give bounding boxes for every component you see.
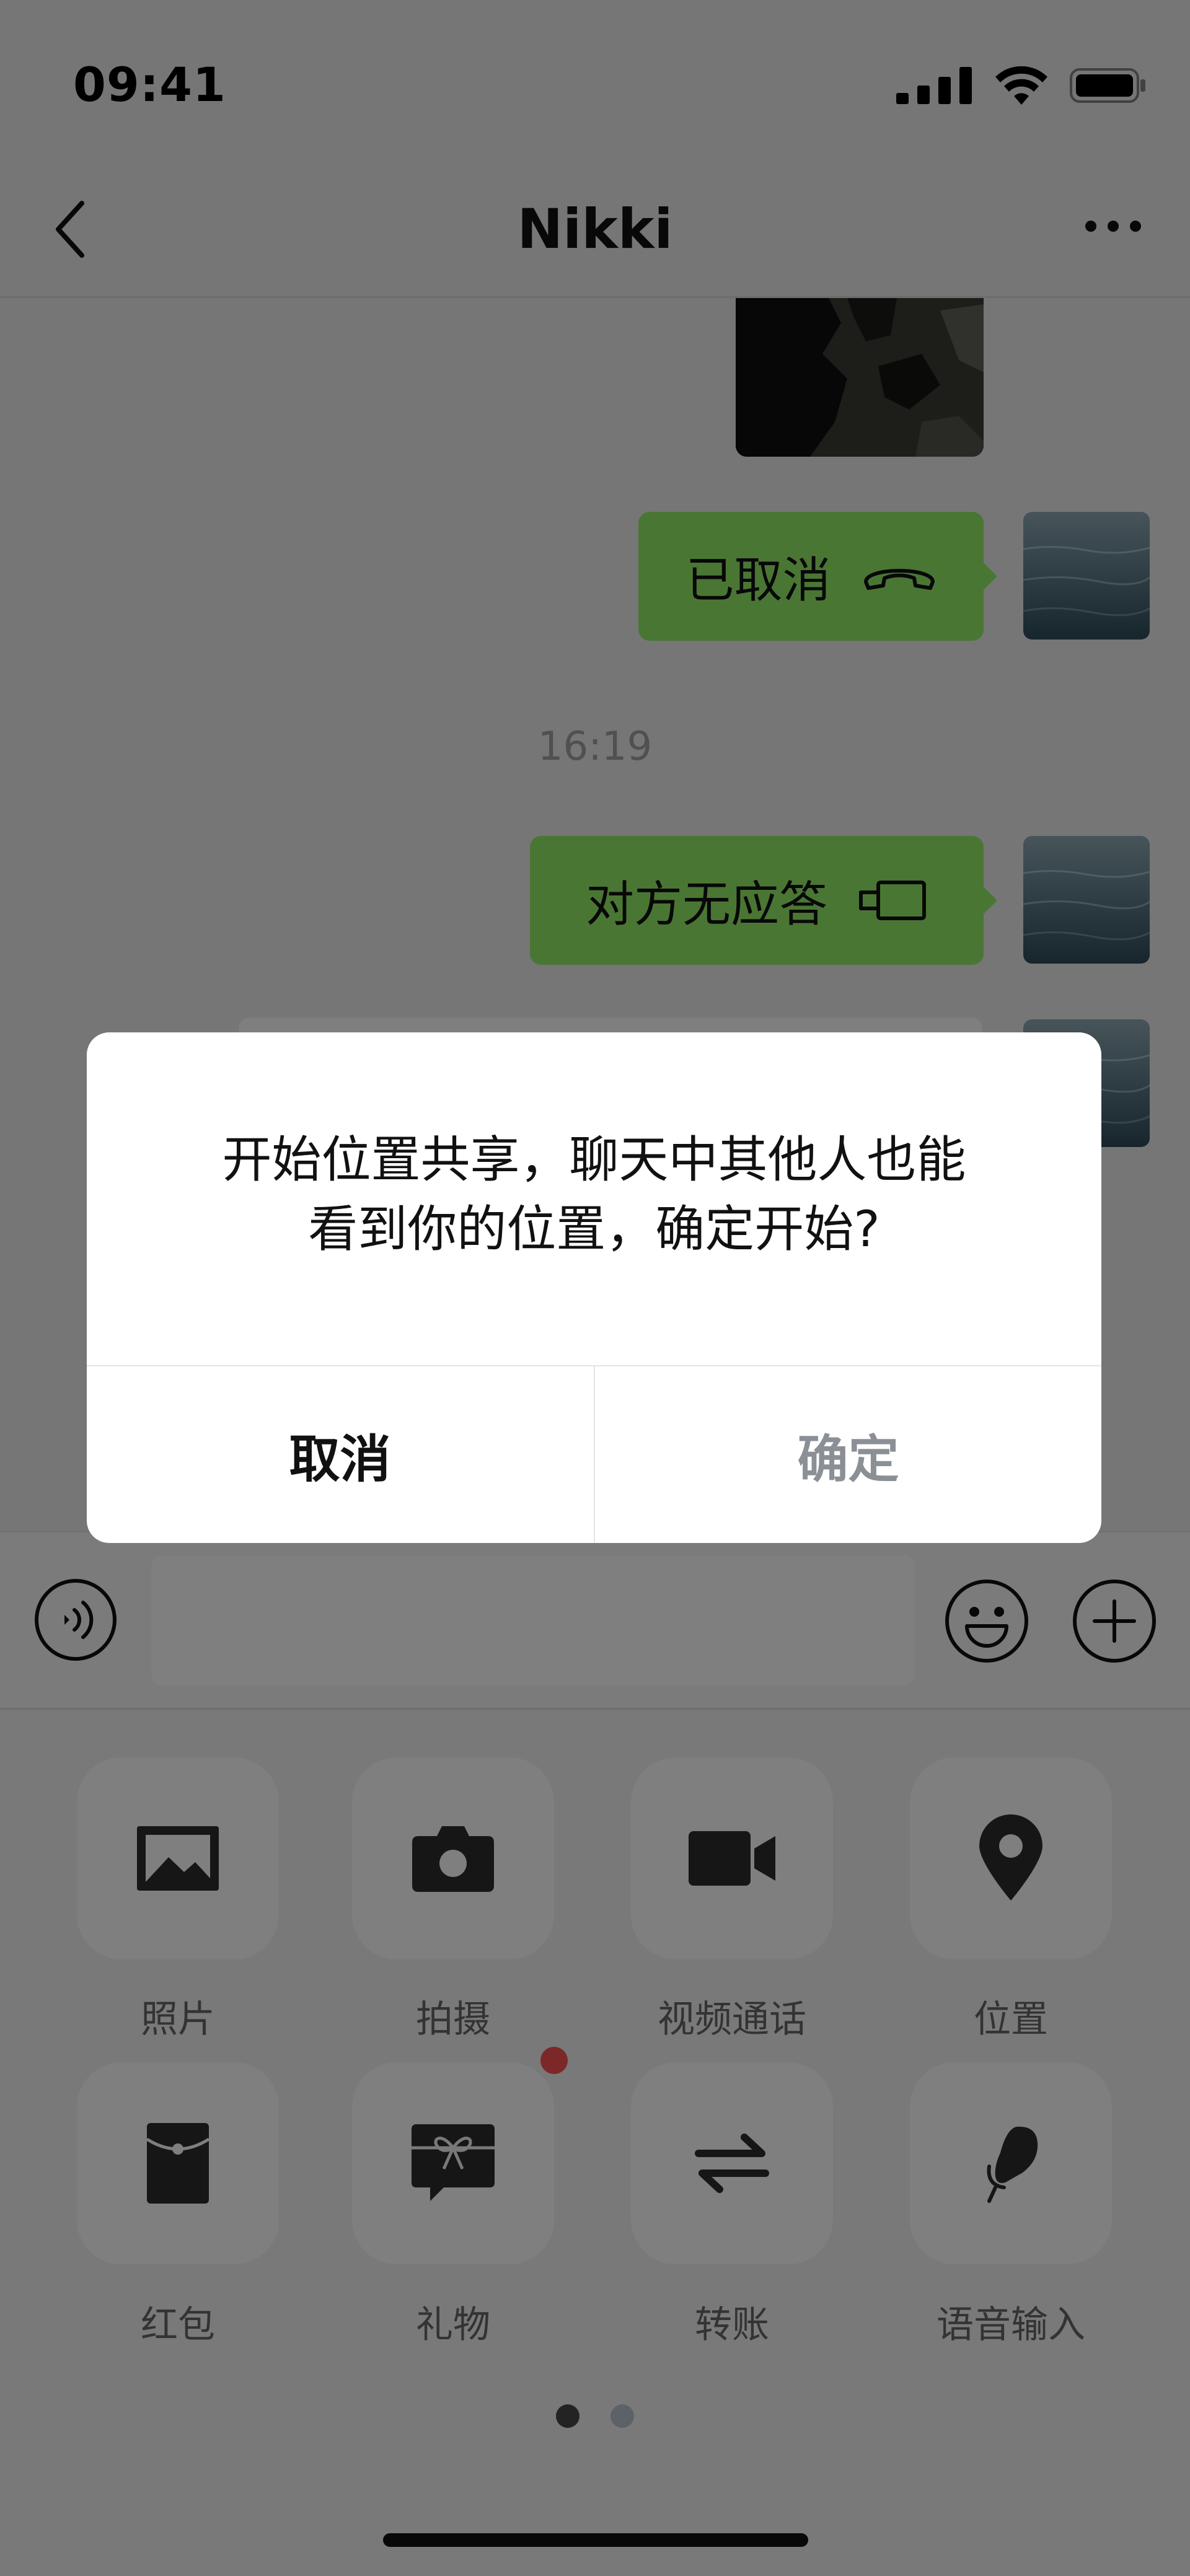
dialog-message-line-1: 开始位置共享，聊天中其他人也能 [222, 1131, 966, 1189]
dialog-message: 开始位置共享，聊天中其他人也能 看到你的位置，确定开始? [87, 1125, 1101, 1264]
location-share-dialog: 开始位置共享，聊天中其他人也能 看到你的位置，确定开始? 取消 确定 [87, 1032, 1101, 1543]
confirm-button[interactable]: 确定 [595, 1366, 1101, 1543]
cancel-button[interactable]: 取消 [87, 1366, 593, 1543]
dialog-message-line-2: 看到你的位置，确定开始? [308, 1200, 880, 1258]
